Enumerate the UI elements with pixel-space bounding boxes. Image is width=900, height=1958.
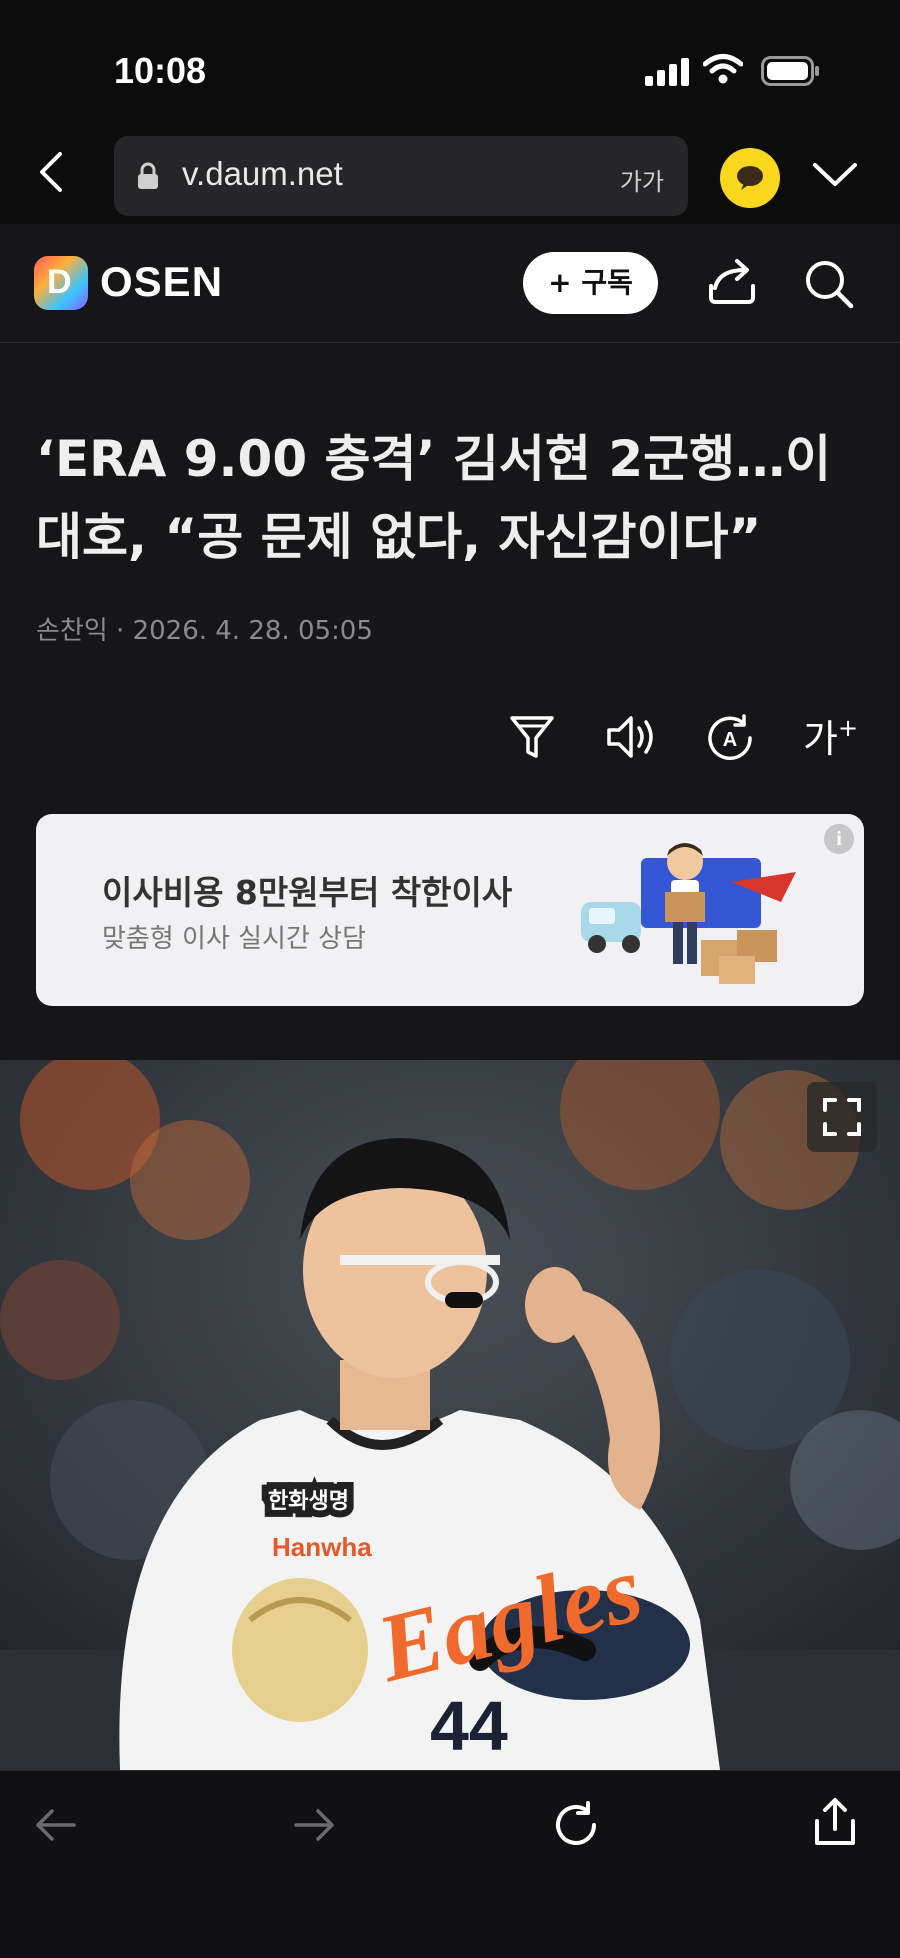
ad-title[interactable]: 이사비용 8만원부터 착한이사 xyxy=(102,866,512,914)
signal-icon xyxy=(645,58,689,86)
back-arrow-icon[interactable] xyxy=(32,1805,78,1845)
svg-text:A: A xyxy=(723,729,737,751)
filter-icon[interactable] xyxy=(508,712,556,762)
subscribe-button[interactable]: + 구독 xyxy=(523,252,658,314)
article-photo[interactable]: 한화생명 Hanwha Eagles 44 xyxy=(0,1060,900,1770)
share-icon[interactable] xyxy=(705,256,759,306)
expand-icon[interactable] xyxy=(807,1082,877,1152)
forward-icon[interactable] xyxy=(292,1805,338,1845)
ad-banner[interactable]: 이사비용 8만원부터 착한이사 맞춤형 이사 실시간 상담 i xyxy=(36,814,864,1006)
kakao-talk-icon[interactable] xyxy=(720,148,780,208)
author-name[interactable]: 손찬익 xyxy=(36,616,108,646)
lock-icon xyxy=(138,162,158,189)
battery-icon xyxy=(761,56,819,86)
text-size-button[interactable]: 가가 xyxy=(620,162,664,197)
ad-subtitle[interactable]: 맞춤형 이사 실시간 상담 xyxy=(102,918,366,955)
jersey-number: 44 xyxy=(430,1687,508,1765)
url-text[interactable]: v.daum.net xyxy=(182,155,343,193)
chevron-down-icon[interactable] xyxy=(813,162,857,188)
jersey-patch-text: 한화생명 xyxy=(268,1489,349,1514)
font-size-icon[interactable]: 가+ xyxy=(803,708,858,763)
share-upload-icon[interactable] xyxy=(811,1797,859,1847)
publisher-name[interactable]: OSEN xyxy=(100,258,223,306)
info-icon[interactable]: i xyxy=(824,824,854,854)
jersey-sponsor-text: Hanwha xyxy=(272,1532,372,1562)
back-icon[interactable] xyxy=(30,150,74,194)
publish-date: 2026. 4. 28. 05:05 xyxy=(132,616,373,646)
article-headline: ‘ERA 9.00 충격’ 김서현 2군행…이대호, “공 문제 없다, 자신감… xyxy=(36,430,832,566)
wifi-icon xyxy=(703,54,743,84)
site-header: D OSEN + 구독 xyxy=(0,224,900,343)
speaker-icon[interactable] xyxy=(605,712,659,762)
browser-bottom-bar xyxy=(0,1770,900,1958)
translate-icon[interactable]: A xyxy=(704,712,756,764)
search-icon[interactable] xyxy=(803,258,855,310)
moving-mascot-illustration xyxy=(581,843,796,984)
browser-toolbar: v.daum.net 가가 xyxy=(0,120,900,225)
byline-separator: · xyxy=(116,616,125,646)
status-bar: 10:08 xyxy=(0,0,900,130)
article-byline: 손찬익 · 2026. 4. 28. 05:05 xyxy=(36,610,373,647)
address-bar[interactable]: v.daum.net 가가 xyxy=(114,136,688,216)
reload-icon[interactable] xyxy=(552,1801,600,1849)
status-time: 10:08 xyxy=(114,50,207,91)
daum-logo[interactable]: D xyxy=(34,256,88,310)
